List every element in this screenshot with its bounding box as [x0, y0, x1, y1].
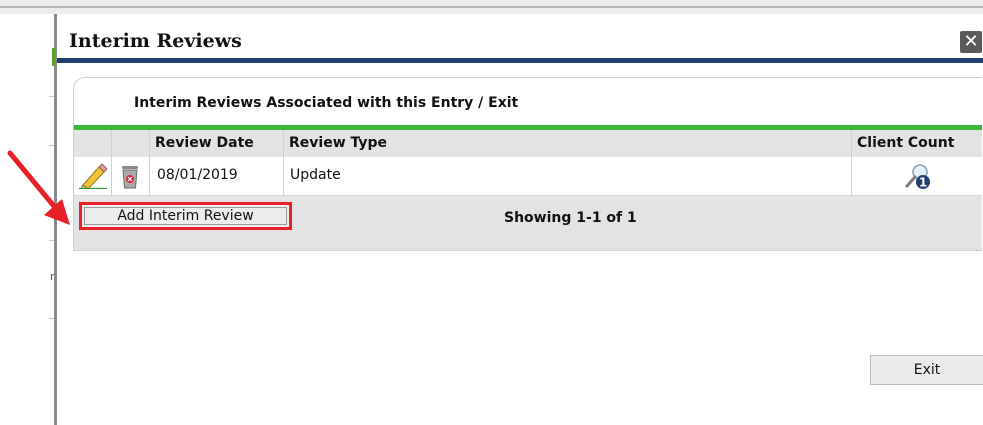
close-icon[interactable]: ✕	[960, 31, 982, 53]
title-divider	[57, 58, 983, 63]
client-search-icon[interactable]: 1	[903, 162, 935, 190]
add-interim-review-button[interactable]: Add Interim Review	[79, 202, 292, 230]
interim-reviews-modal: Interim Reviews ✕ Interim Reviews Associ…	[57, 16, 983, 425]
pagination-status: Showing 1-1 of 1	[504, 210, 637, 226]
background-divider	[49, 318, 54, 319]
column-header-review-date[interactable]: Review Date	[155, 135, 254, 151]
column-header-client-count[interactable]: Client Count	[857, 135, 954, 151]
column-divider	[149, 130, 150, 196]
edit-pencil-icon[interactable]	[79, 163, 107, 189]
background-divider	[49, 96, 54, 97]
background-topline	[0, 6, 983, 8]
table-row: 08/01/2019 Update 1	[74, 157, 982, 196]
add-interim-review-label: Add Interim Review	[117, 208, 254, 224]
cell-review-date: 08/01/2019	[157, 167, 238, 183]
exit-button[interactable]: Exit	[870, 355, 983, 385]
client-count-value: 1	[919, 176, 927, 190]
interim-reviews-panel: Interim Reviews Associated with this Ent…	[73, 77, 982, 251]
background-left-accent	[52, 48, 55, 66]
annotation-arrow	[7, 150, 70, 225]
column-divider	[111, 130, 112, 196]
panel-header: Interim Reviews Associated with this Ent…	[134, 95, 519, 111]
table-header: Review Date Review Type Client Count	[74, 130, 982, 157]
delete-trash-icon[interactable]	[120, 163, 140, 189]
cell-review-type: Update	[290, 167, 341, 183]
modal-title: Interim Reviews	[69, 30, 242, 52]
background-partial-text: r	[50, 270, 55, 283]
background-divider	[49, 240, 54, 241]
column-header-review-type[interactable]: Review Type	[289, 135, 387, 151]
column-divider	[851, 130, 852, 196]
column-divider	[283, 130, 284, 196]
table-footer: Add Interim Review Showing 1-1 of 1	[74, 196, 982, 250]
